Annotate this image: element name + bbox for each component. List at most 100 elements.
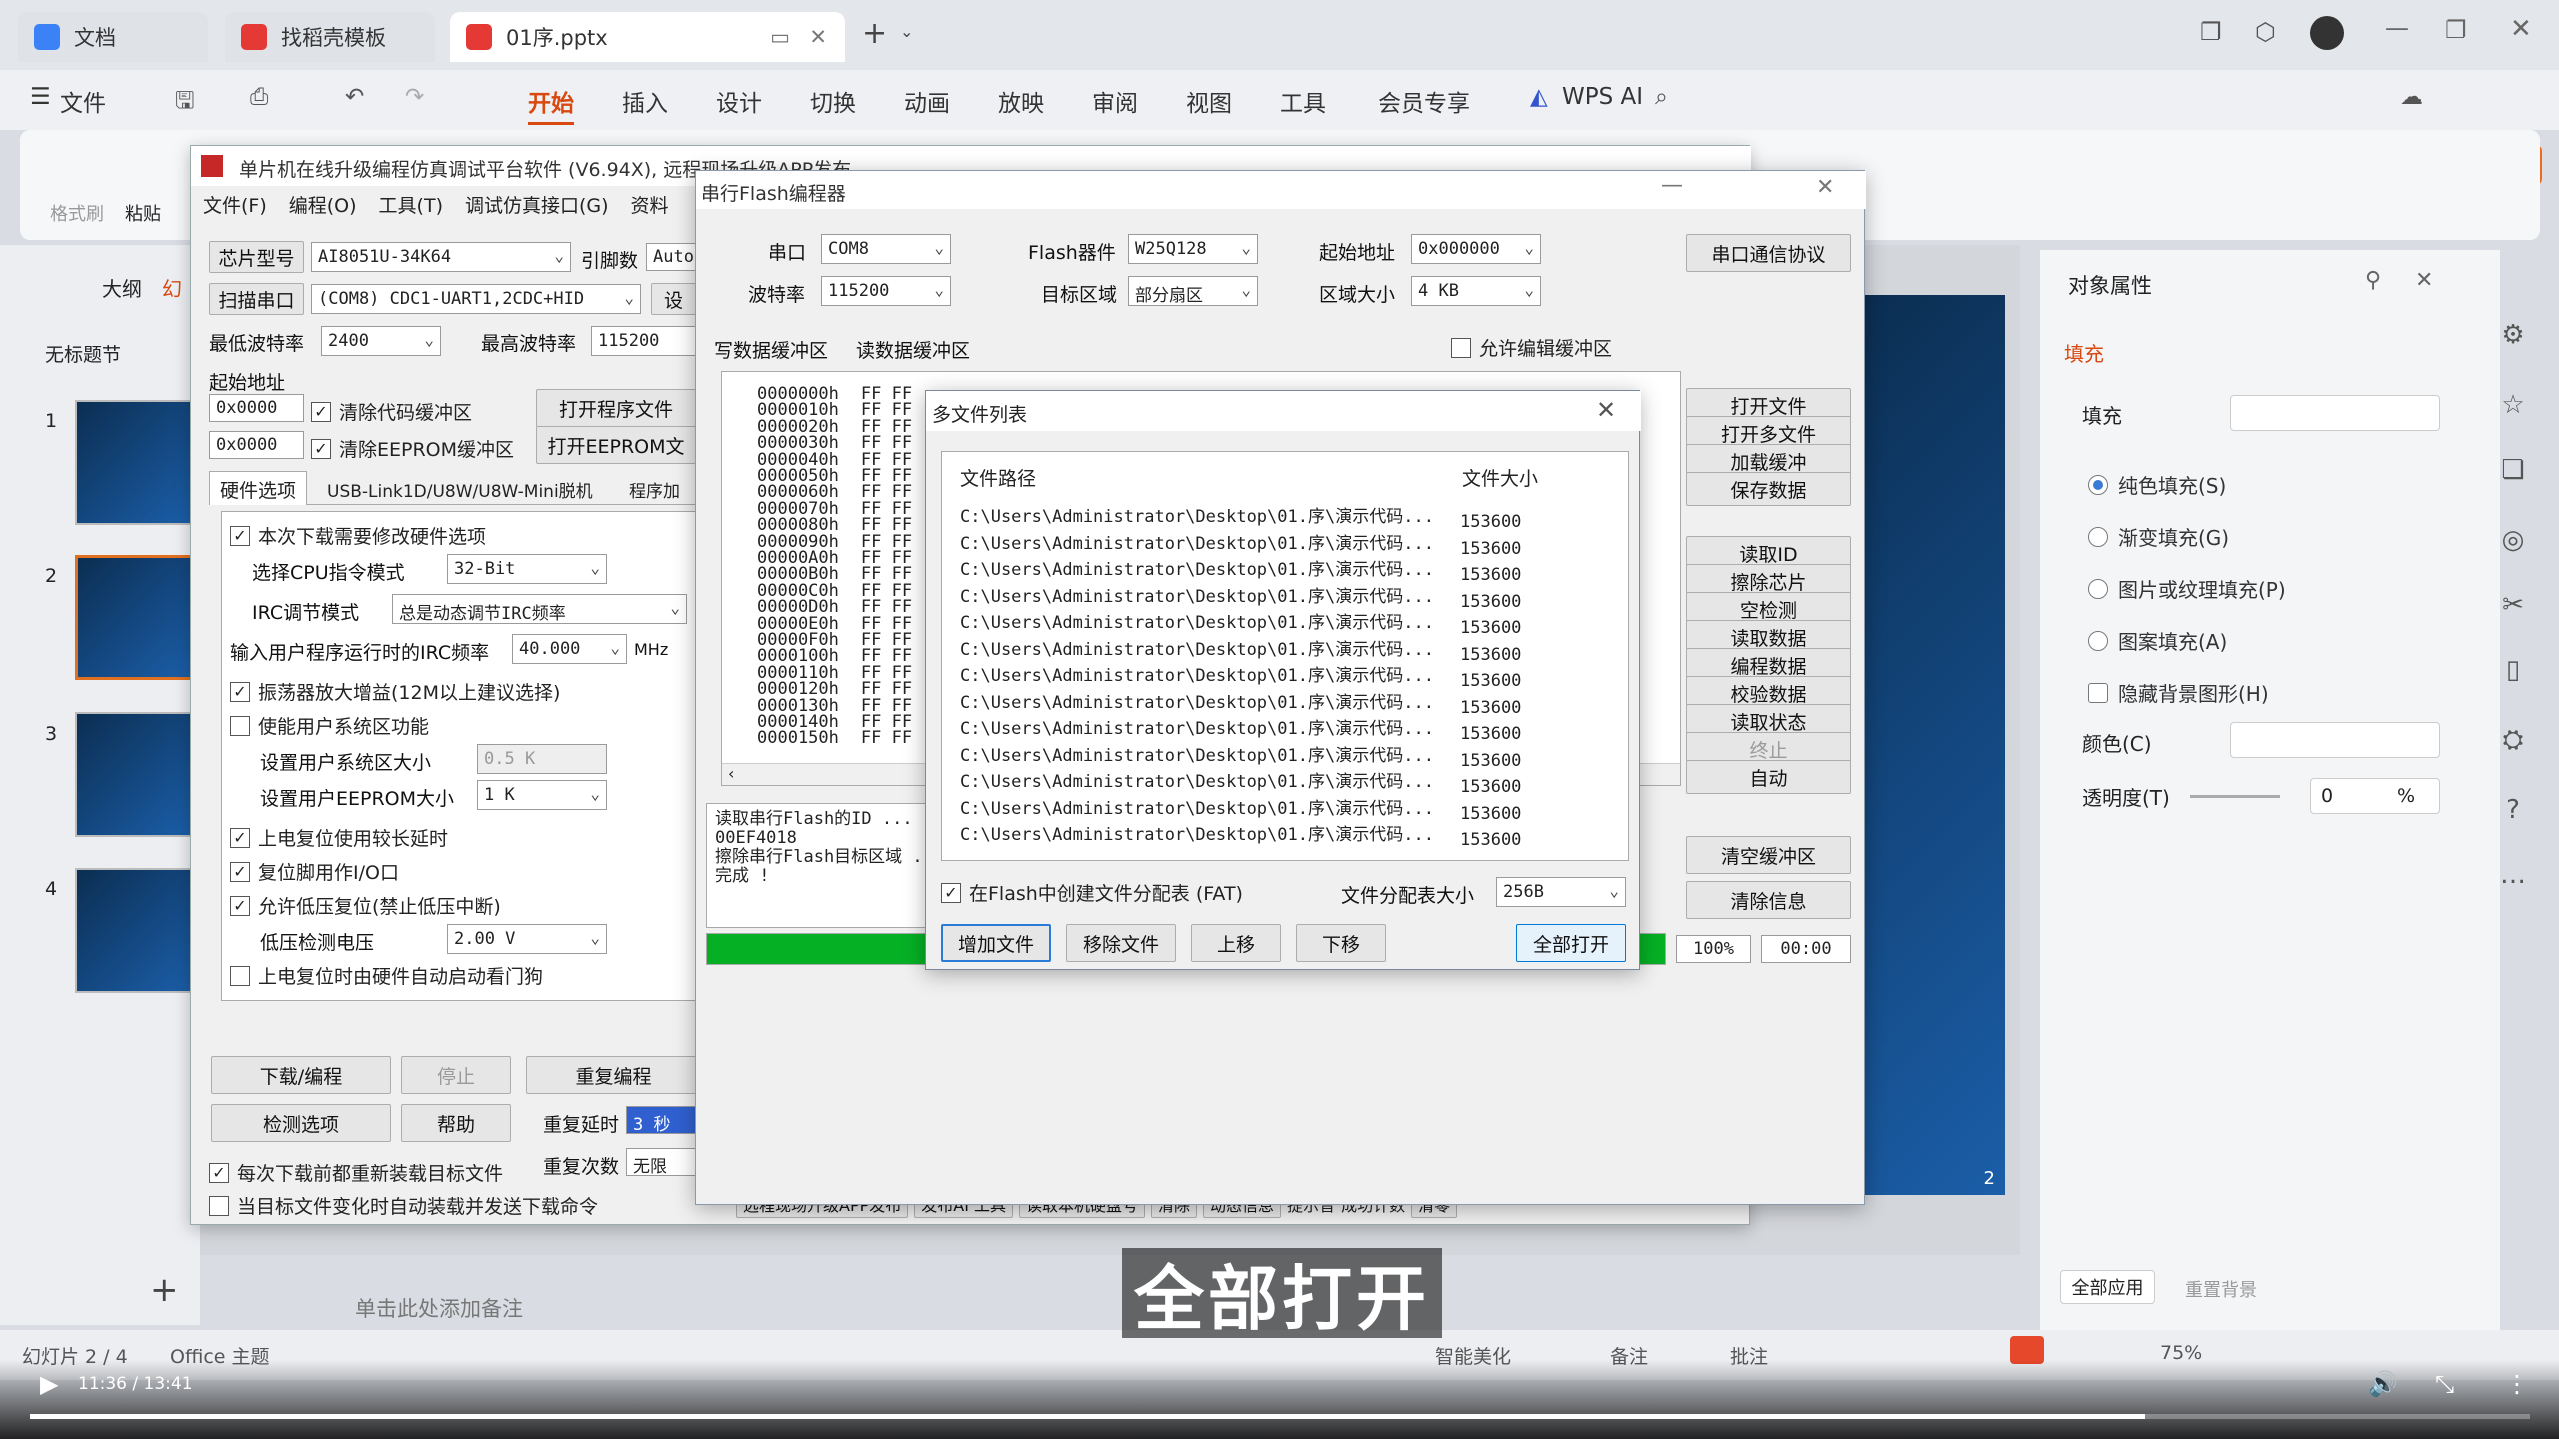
file-row[interactable]: C:\Users\Administrator\Desktop\01.序\演示代码… <box>960 714 1521 744</box>
open-all-button[interactable]: 全部打开 <box>1516 924 1626 962</box>
screen-icon[interactable]: ▭ <box>770 25 790 49</box>
slide-thumbnail[interactable] <box>75 868 193 993</box>
transparency-slider[interactable] <box>2190 795 2280 798</box>
volume-icon[interactable]: 🔊 <box>2368 1370 2398 1398</box>
eeprom-size-select[interactable]: 1 K ⌄ <box>477 780 607 810</box>
save-icon[interactable]: 🖫 <box>175 84 195 123</box>
menu-wps-ai[interactable]: WPS AI <box>1562 84 1643 110</box>
tab-templates[interactable]: 找稻壳模板 <box>225 12 435 62</box>
file-row[interactable]: C:\Users\Administrator\Desktop\01.序\演示代码… <box>960 688 1521 718</box>
settings-sliders-icon[interactable]: ⚙ <box>2495 320 2531 356</box>
port-select[interactable]: (COM8) CDC1-UART1,2CDC+HID ⌄ <box>311 284 641 314</box>
port-settings-button[interactable]: 设 <box>651 283 696 315</box>
repeat-program-button[interactable]: 重复编程 <box>526 1056 701 1094</box>
move-up-button[interactable]: 上移 <box>1191 924 1281 962</box>
help-button[interactable]: 帮助 <box>401 1104 511 1142</box>
file-row[interactable]: C:\Users\Administrator\Desktop\01.序\演示代码… <box>960 502 1521 532</box>
allow-edit-checkbox[interactable]: 允许编辑缓冲区 <box>1451 334 1612 361</box>
create-fat-checkbox[interactable]: ✓ 在Flash中创建文件分配表 (FAT) <box>941 879 1243 906</box>
star-icon[interactable]: ☆ <box>2495 390 2531 426</box>
menu-home[interactable]: 开始 <box>528 84 574 125</box>
gradient-fill-radio[interactable]: 渐变填充(G) <box>2088 522 2229 551</box>
min-baud-select[interactable]: 2400 ⌄ <box>321 326 441 356</box>
file-list[interactable]: 文件路径 文件大小 C:\Users\Administrator\Desktop… <box>941 451 1629 861</box>
tab-usb-link[interactable]: USB-Link1D/U8W/U8W-Mini脱机 <box>327 477 593 502</box>
new-tab-icon[interactable]: + <box>862 16 887 51</box>
restore-icon[interactable]: ❐ <box>2445 16 2467 44</box>
cloud-icon[interactable]: ☁ <box>2400 84 2423 110</box>
fat-size-select[interactable]: 256B ⌄ <box>1496 877 1626 907</box>
book-icon[interactable]: ▯ <box>2495 655 2531 691</box>
move-down-button[interactable]: 下移 <box>1296 924 1386 962</box>
search-icon[interactable]: ⌕ <box>1655 84 1668 110</box>
menu-transition[interactable]: 切换 <box>810 84 856 118</box>
flash-baud-select[interactable]: 115200 ⌄ <box>821 276 951 306</box>
menu-insert[interactable]: 插入 <box>622 84 668 118</box>
hamburger-icon[interactable]: ☰ <box>30 84 51 110</box>
repeat-delay-input[interactable]: 3 秒 <box>626 1106 696 1134</box>
slide-thumbnail[interactable] <box>75 712 193 837</box>
long-delay-checkbox[interactable]: ✓ 上电复位使用较长延时 <box>230 824 448 851</box>
hide-bg-checkbox[interactable]: 隐藏背景图形(H) <box>2088 678 2269 707</box>
paste-button[interactable]: 粘贴 <box>125 200 161 226</box>
menu-view[interactable]: 视图 <box>1186 84 1232 118</box>
file-row[interactable]: C:\Users\Administrator\Desktop\01.序\演示代码… <box>960 767 1521 797</box>
file-row[interactable]: C:\Users\Administrator\Desktop\01.序\演示代码… <box>960 555 1521 585</box>
shirt-icon[interactable]: ⛭ <box>2495 725 2531 761</box>
fill-tab[interactable]: 填充 <box>2064 338 2104 367</box>
tools-icon[interactable]: ✂ <box>2495 590 2531 626</box>
repeat-count-input[interactable]: 无限 <box>626 1148 696 1176</box>
file-row[interactable]: C:\Users\Administrator\Desktop\01.序\演示代码… <box>960 820 1521 850</box>
lvr-checkbox[interactable]: ✓ 允许低压复位(禁止低压中断) <box>230 892 501 919</box>
video-progress-track[interactable] <box>30 1414 2530 1419</box>
slide-preview[interactable]: 2 <box>1860 295 2005 1195</box>
clear-eeprom-checkbox[interactable]: ✓ 清除EEPROM缓冲区 <box>311 435 514 462</box>
stc-menu-file[interactable]: 文件(F) <box>203 191 267 218</box>
file-row[interactable]: C:\Users\Administrator\Desktop\01.序\演示代码… <box>960 661 1521 691</box>
file-row[interactable]: C:\Users\Administrator\Desktop\01.序\演示代码… <box>960 608 1521 638</box>
pin-count-input[interactable]: Auto <box>646 243 696 271</box>
clear-buffer-button[interactable]: 清空缓冲区 <box>1686 836 1851 874</box>
stc-menu-program[interactable]: 编程(O) <box>289 191 357 218</box>
menu-design[interactable]: 设计 <box>716 84 762 118</box>
close-panel-icon[interactable]: ✕ <box>2415 268 2433 293</box>
more-options-icon[interactable]: ⋮ <box>2505 1370 2529 1398</box>
wdt-checkbox[interactable]: 上电复位时由硬件自动启动看门狗 <box>230 962 543 989</box>
pattern-fill-radio[interactable]: 图案填充(A) <box>2088 626 2227 655</box>
reset-bg-button[interactable]: 重置背景 <box>2185 1276 2257 1302</box>
auto-load-checkbox[interactable]: 当目标文件变化时自动装载并发送下载命令 <box>209 1192 598 1219</box>
file-row[interactable]: C:\Users\Administrator\Desktop\01.序\演示代码… <box>960 741 1521 771</box>
solid-fill-radio[interactable]: 纯色填充(S) <box>2088 470 2226 499</box>
stc-menu-docs[interactable]: 资料 <box>631 191 669 218</box>
window-icon[interactable]: ❐ <box>2200 18 2222 46</box>
redo-icon[interactable]: ↷ <box>405 84 424 110</box>
open-program-file-button[interactable]: 打开程序文件 <box>536 389 696 427</box>
close-icon[interactable]: ✕ <box>1816 175 1834 200</box>
remove-file-button[interactable]: 移除文件 <box>1066 924 1176 962</box>
chip-model-select[interactable]: AI8051U-34K64 ⌄ <box>311 242 571 272</box>
menu-animation[interactable]: 动画 <box>904 84 950 118</box>
menu-file[interactable]: 文件 <box>60 84 106 118</box>
help-icon[interactable]: ? <box>2495 795 2531 831</box>
auto-button[interactable]: 自动 <box>1686 760 1851 794</box>
tab-program-encrypt[interactable]: 程序加 <box>629 477 680 502</box>
add-slide-icon[interactable]: + <box>150 1270 179 1310</box>
irc-freq-select[interactable]: 40.000 ⌄ <box>512 634 627 664</box>
minimize-icon[interactable]: — <box>1661 173 1683 198</box>
tab-pptx[interactable]: 01序.pptx ▭ ✕ <box>450 12 845 62</box>
tab-docs[interactable]: 文档 <box>18 12 208 62</box>
slides-tab[interactable]: 幻 <box>162 273 182 302</box>
slide-thumbnail[interactable] <box>75 400 193 525</box>
scan-port-button[interactable]: 扫描串口 <box>209 283 304 315</box>
close-window-icon[interactable]: ✕ <box>2510 14 2532 44</box>
eeprom-address-input[interactable]: 0x0000 <box>209 431 304 459</box>
modify-hw-checkbox[interactable]: ✓ 本次下载需要修改硬件选项 <box>230 522 486 549</box>
minimize-icon[interactable]: — <box>2385 14 2409 42</box>
menu-member[interactable]: 会员专享 <box>1378 84 1470 118</box>
avatar[interactable] <box>2310 16 2344 50</box>
reset-io-checkbox[interactable]: ✓ 复位脚用作I/O口 <box>230 858 399 885</box>
lvd-select[interactable]: 2.00 V ⌄ <box>447 924 607 954</box>
sys-size-select[interactable]: 0.5 K <box>477 744 607 774</box>
serial-protocol-button[interactable]: 串口通信协议 <box>1686 234 1851 272</box>
osc-gain-checkbox[interactable]: ✓ 振荡器放大增益(12M以上建议选择) <box>230 678 560 705</box>
